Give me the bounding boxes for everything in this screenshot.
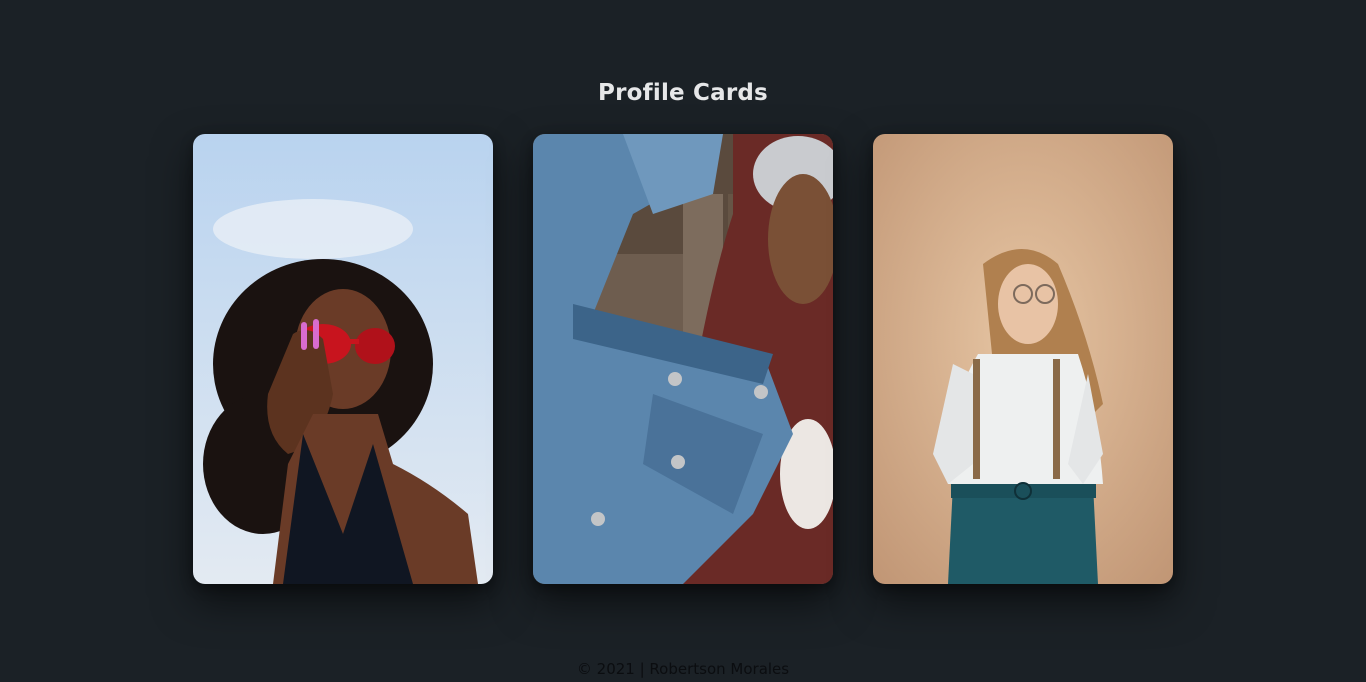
profile-photo-woman-red-sunglasses: [193, 134, 493, 584]
page-title: Profile Cards: [598, 80, 768, 106]
profile-photo-woman-white-shirt: [873, 134, 1173, 584]
profile-photo-man-denim-jacket: [533, 134, 833, 584]
profile-card-1[interactable]: [193, 134, 493, 584]
cards-container: [193, 134, 1173, 584]
profile-card-2[interactable]: [533, 134, 833, 584]
profile-card-3[interactable]: [873, 134, 1173, 584]
footer-copyright: © 2021 | Robertson Morales: [576, 660, 790, 678]
page: Profile Cards © 2021 | Robertson Morales: [0, 0, 1366, 682]
